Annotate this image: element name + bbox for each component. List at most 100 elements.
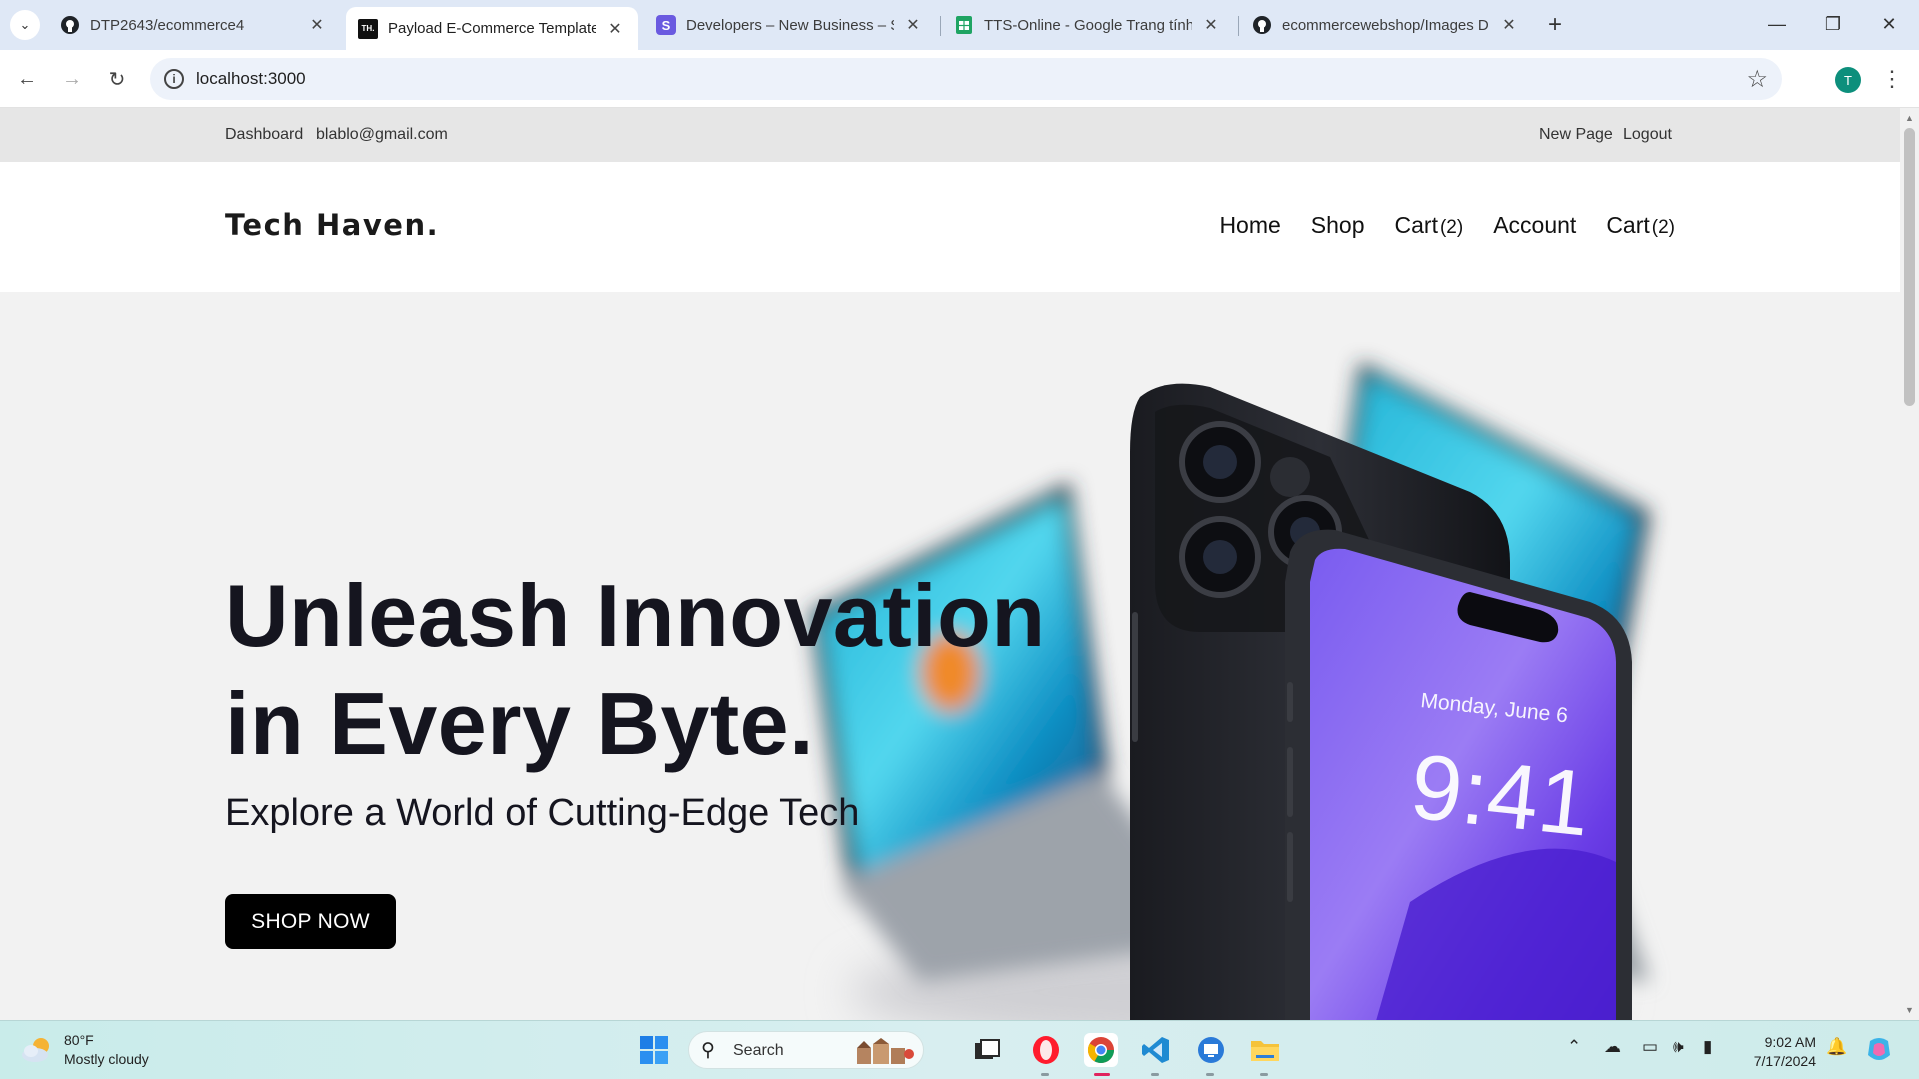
tab-title: ecommercewebshop/Images D [1282, 16, 1489, 34]
nav-cart[interactable]: Cart (2) [1395, 212, 1464, 239]
scroll-up-arrow-icon[interactable]: ▲ [1900, 110, 1919, 126]
battery-icon[interactable]: ▮ [1703, 1037, 1712, 1057]
copilot-icon[interactable] [1862, 1033, 1896, 1067]
close-icon[interactable]: ✕ [902, 14, 924, 36]
close-icon[interactable]: ✕ [604, 18, 626, 40]
hero-section: Monday, June 6 9:41 Unleash Innovation i… [0, 292, 1900, 1020]
clock-date: 7/17/2024 [1753, 1053, 1816, 1069]
restore-icon: ❐ [1824, 13, 1842, 34]
search-highlight-illustration-icon [857, 1038, 914, 1064]
restore-button[interactable]: ❐ [1810, 6, 1856, 42]
system-clock[interactable]: 9:02 AM 7/17/2024 [1740, 1033, 1816, 1071]
running-indicator [1206, 1073, 1214, 1076]
browser-menu-icon[interactable]: ⋮ [1880, 63, 1904, 95]
admin-dashboard-link[interactable]: Dashboard [225, 126, 303, 144]
page-scrollbar[interactable]: ▲ ▼ [1900, 108, 1919, 1020]
network-icon[interactable]: ▭ [1642, 1037, 1658, 1057]
tech-haven-favicon-icon: TH. [358, 18, 378, 39]
reload-button[interactable]: ↻ [101, 63, 133, 95]
chevron-up-icon[interactable]: ⌃ [1567, 1037, 1581, 1057]
remote-desktop-icon[interactable] [1194, 1033, 1228, 1067]
admin-logout-link[interactable]: Logout [1623, 126, 1672, 144]
weather-condition: Mostly cloudy [64, 1051, 149, 1067]
opera-browser-icon[interactable] [1029, 1033, 1063, 1067]
site-info-icon[interactable]: i [164, 69, 184, 89]
arrow-left-icon: ← [17, 67, 37, 90]
active-indicator [1094, 1073, 1110, 1076]
nav-shop[interactable]: Shop [1311, 212, 1365, 239]
chevron-down-icon: ⌄ [19, 17, 31, 32]
tab-separator [1238, 16, 1239, 36]
cart-count-badge: (2) [1651, 217, 1675, 238]
volume-icon[interactable]: 🕪 [1673, 1037, 1684, 1057]
tab-ecommercewebshop-images[interactable]: ecommercewebshop/Images D ✕ [1240, 6, 1532, 44]
github-icon [60, 15, 80, 35]
site-logo[interactable]: Tech Haven. [225, 208, 439, 242]
admin-new-page-link[interactable]: New Page [1539, 126, 1613, 144]
main-nav: Home Shop Cart (2) Account Cart (2) [1219, 212, 1675, 239]
taskbar: 80°F Mostly cloudy ⚲ Search ⌃ ☁ ▭ 🕪 ▮ 9:… [0, 1020, 1919, 1079]
close-window-button[interactable]: ✕ [1866, 6, 1912, 42]
profile-avatar[interactable]: T [1835, 67, 1861, 93]
taskbar-search[interactable]: ⚲ Search [688, 1031, 924, 1069]
admin-bar: Dashboard blablo@gmail.com New Page Logo… [0, 108, 1900, 162]
close-icon[interactable]: ✕ [306, 14, 328, 36]
phone-front-graphic: Monday, June 6 9:41 [1285, 529, 1632, 1020]
forward-button[interactable]: → [56, 63, 88, 95]
shop-now-button[interactable]: SHOP NOW [225, 894, 396, 949]
bookmark-star-icon[interactable]: ☆ [1746, 65, 1768, 94]
new-tab-button[interactable]: + [1540, 10, 1570, 40]
file-explorer-icon[interactable] [1248, 1033, 1282, 1067]
plus-icon: + [1547, 11, 1562, 38]
admin-user-email[interactable]: blablo@gmail.com [316, 126, 448, 144]
task-view-icon[interactable] [970, 1033, 1004, 1067]
running-indicator [1041, 1073, 1049, 1076]
scroll-down-arrow-icon[interactable]: ▼ [1900, 1002, 1919, 1018]
tab-payload-ecommerce[interactable]: TH. Payload E-Commerce Template ✕ [346, 7, 638, 50]
weather-widget[interactable]: 80°F Mostly cloudy [20, 1031, 149, 1069]
tab-search-button[interactable]: ⌄ [10, 10, 40, 40]
nav-home[interactable]: Home [1219, 212, 1280, 239]
browser-toolbar: ← → ↻ i localhost:3000 ☆ T ⋮ [0, 50, 1919, 108]
vscode-icon[interactable] [1139, 1033, 1173, 1067]
notification-bell-icon[interactable]: 🔔 [1826, 1037, 1847, 1057]
windows-start-icon[interactable] [637, 1033, 671, 1067]
nav-cart-label: Cart [1394, 212, 1438, 238]
nav-cart-label: Cart [1606, 212, 1650, 238]
hero-subtitle: Explore a World of Cutting-Edge Tech [225, 792, 860, 834]
stripe-icon: S [656, 15, 676, 35]
hero-heading-line2: in Every Byte. [225, 674, 815, 773]
hero-heading-line1: Unleash Innovation [225, 566, 1046, 665]
running-indicator [1151, 1073, 1159, 1076]
tab-title: DTP2643/ecommerce4 [90, 16, 245, 34]
taskbar-search-label: Search [733, 1042, 784, 1059]
tab-tts-online-sheets[interactable]: TTS-Online - Google Trang tính ✕ [942, 6, 1234, 44]
page-viewport: Dashboard blablo@gmail.com New Page Logo… [0, 108, 1900, 1020]
partly-cloudy-icon [20, 1036, 54, 1064]
tab-title: Developers – New Business – St [686, 16, 894, 34]
minimize-button[interactable]: — [1754, 6, 1800, 42]
phone-lockscreen-time: 9:41 [1406, 735, 1595, 855]
hero-heading: Unleash Innovation in Every Byte. [225, 562, 1125, 778]
address-bar[interactable]: i localhost:3000 ☆ [150, 58, 1782, 100]
search-icon: ⚲ [701, 1040, 715, 1061]
chrome-browser-icon[interactable] [1084, 1033, 1118, 1067]
tab-strip: ⌄ DTP2643/ecommerce4 ✕ TH. Payload E-Com… [0, 0, 1919, 50]
tab-dtp2643-ecommerce4[interactable]: DTP2643/ecommerce4 ✕ [48, 6, 340, 44]
url-text[interactable]: localhost:3000 [196, 69, 306, 89]
google-sheets-icon [954, 15, 974, 35]
tab-developers-new-business[interactable]: S Developers – New Business – St ✕ [644, 6, 936, 44]
onedrive-cloud-icon[interactable]: ☁ [1604, 1037, 1621, 1057]
close-icon[interactable]: ✕ [1498, 14, 1520, 36]
site-header: Tech Haven. Home Shop Cart (2) Account Ca… [0, 162, 1900, 292]
running-indicator [1260, 1073, 1268, 1076]
back-button[interactable]: ← [11, 63, 43, 95]
arrow-right-icon: → [62, 67, 82, 90]
nav-cart-secondary[interactable]: Cart (2) [1606, 212, 1675, 239]
minimize-icon: — [1768, 13, 1786, 34]
nav-account[interactable]: Account [1493, 212, 1576, 239]
close-icon[interactable]: ✕ [1200, 14, 1222, 36]
tab-title: Payload E-Commerce Template [388, 20, 596, 37]
reload-icon: ↻ [108, 68, 126, 91]
scrollbar-thumb[interactable] [1904, 128, 1915, 406]
